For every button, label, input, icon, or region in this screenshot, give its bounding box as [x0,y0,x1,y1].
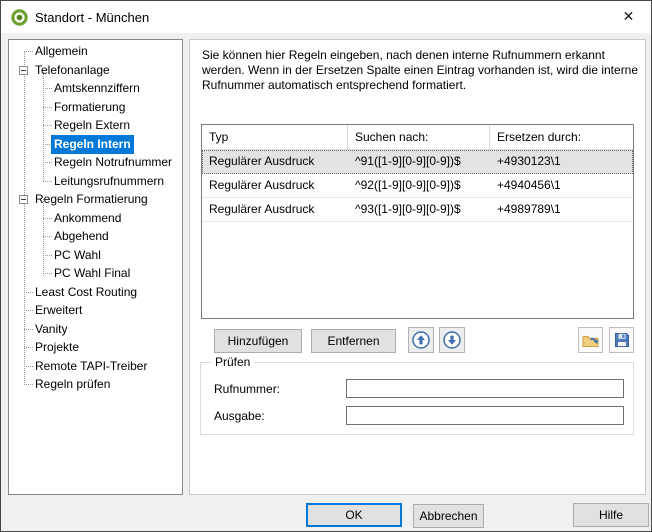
cell-search: ^91([1-9][0-9][0-9])$ [348,150,490,173]
tree-item-label[interactable]: PC Wahl Final [51,264,133,283]
entfernen-button[interactable]: Entfernen [311,329,396,353]
page-description: Sie können hier Regeln eingeben, nach de… [202,48,639,93]
move-down-button[interactable] [439,327,465,353]
move-down-icon [442,330,462,350]
tree-item-telefonanlage[interactable]: Telefonanlage [9,61,182,80]
move-up-button[interactable] [408,327,434,353]
tree-item-ankommend[interactable]: Ankommend [9,209,182,228]
table-row[interactable]: Regulärer Ausdruck^92([1-9][0-9][0-9])$+… [202,174,633,198]
cell-replace: +4940456\1 [490,174,633,197]
cell-replace: +4930123\1 [490,150,633,173]
pruefen-group-title: Prüfen [211,355,254,369]
tree-item-label[interactable]: Telefonanlage [32,61,113,80]
import-button[interactable] [578,327,603,353]
move-up-icon [411,330,431,350]
save-icon [613,331,631,349]
tree-item-regeln-prüfen[interactable]: Regeln prüfen [9,375,182,394]
tree-item-regeln-notrufnummer[interactable]: Regeln Notrufnummer [9,153,182,172]
rufnummer-label: Rufnummer: [214,382,280,396]
table-row[interactable]: Regulärer Ausdruck^93([1-9][0-9][0-9])$+… [202,198,633,222]
tree-item-abgehend[interactable]: Abgehend [9,227,182,246]
tree-item-label[interactable]: Allgemein [32,42,91,61]
tree-item-remote-tapi-treiber[interactable]: Remote TAPI-Treiber [9,357,182,376]
collapse-minus-icon[interactable] [19,195,28,204]
tree-view: AllgemeinTelefonanlageAmtskennziffernFor… [8,39,183,495]
tree-item-label[interactable]: Amtskennziffern [51,79,143,98]
cell-replace: +4989789\1 [490,198,633,221]
tree-item-label[interactable]: Formatierung [51,98,128,117]
tree-item-projekte[interactable]: Projekte [9,338,182,357]
import-folder-icon [581,331,600,350]
settings-panel: Sie können hier Regeln eingeben, nach de… [189,39,646,495]
tree-item-regeln-formatierung[interactable]: Regeln Formatierung [9,190,182,209]
collapse-minus-icon[interactable] [19,66,28,75]
tree-item-least-cost-routing[interactable]: Least Cost Routing [9,283,182,302]
tree-item-label[interactable]: Regeln Extern [51,116,133,135]
ausgabe-label: Ausgabe: [214,409,265,423]
tree-item-amtskennziffern[interactable]: Amtskennziffern [9,79,182,98]
tree-item-regeln-extern[interactable]: Regeln Extern [9,116,182,135]
abbrechen-button[interactable]: Abbrechen [413,504,484,528]
tree-item-vanity[interactable]: Vanity [9,320,182,339]
column-header-suchen[interactable]: Suchen nach: [348,125,490,150]
tree-item-label[interactable]: Regeln Formatierung [32,190,151,209]
column-header-typ[interactable]: Typ [202,125,348,150]
app-icon [11,9,28,26]
tree-item-label[interactable]: Abgehend [51,227,112,246]
tree-item-label[interactable]: Leitungsrufnummern [51,172,167,191]
cell-search: ^93([1-9][0-9][0-9])$ [348,198,490,221]
tree-item-label[interactable]: Regeln Notrufnummer [51,153,175,172]
cell-type: Regulärer Ausdruck [202,150,348,173]
tree-item-pc-wahl[interactable]: PC Wahl [9,246,182,265]
tree-item-label[interactable]: Vanity [32,320,70,339]
tree-item-label[interactable]: Remote TAPI-Treiber [32,357,150,376]
tree-item-label[interactable]: Regeln prüfen [32,375,113,394]
tree-item-leitungsrufnummern[interactable]: Leitungsrufnummern [9,172,182,191]
tree-item-label[interactable]: PC Wahl [51,246,104,265]
cell-type: Regulärer Ausdruck [202,198,348,221]
tree-item-label[interactable]: Projekte [32,338,82,357]
save-button[interactable] [609,327,634,353]
tree-item-label[interactable]: Least Cost Routing [32,283,140,302]
tree-item-pc-wahl-final[interactable]: PC Wahl Final [9,264,182,283]
rules-table[interactable]: Typ Suchen nach: Ersetzen durch: Regulär… [201,124,634,319]
cell-type: Regulärer Ausdruck [202,174,348,197]
table-header-row: Typ Suchen nach: Ersetzen durch: [202,125,633,150]
hinzufuegen-button[interactable]: Hinzufügen [214,329,302,353]
tree-item-label[interactable]: Erweitert [32,301,85,320]
dialog-standort-muenchen: Standort - München ✕ AllgemeinTelefonanl… [0,0,652,532]
tree-item-allgemein[interactable]: Allgemein [9,42,182,61]
ok-button[interactable]: OK [306,503,402,527]
tree-item-formatierung[interactable]: Formatierung [9,98,182,117]
titlebar: Standort - München ✕ [1,1,651,33]
tree-item-label[interactable]: Regeln Intern [51,135,134,154]
close-button[interactable]: ✕ [606,1,651,32]
column-header-ersetzen[interactable]: Ersetzen durch: [490,125,633,150]
tree-item-erweitert[interactable]: Erweitert [9,301,182,320]
hilfe-button[interactable]: Hilfe [573,503,649,527]
tree-item-regeln-intern[interactable]: Regeln Intern [9,135,182,154]
cell-search: ^92([1-9][0-9][0-9])$ [348,174,490,197]
pruefen-groupbox: Prüfen Rufnummer: Ausgabe: [200,362,634,435]
tree-item-label[interactable]: Ankommend [51,209,124,228]
rufnummer-input[interactable] [346,379,624,398]
window-title: Standort - München [35,10,149,25]
ausgabe-input[interactable] [346,406,624,425]
table-row[interactable]: Regulärer Ausdruck^91([1-9][0-9][0-9])$+… [202,150,633,174]
